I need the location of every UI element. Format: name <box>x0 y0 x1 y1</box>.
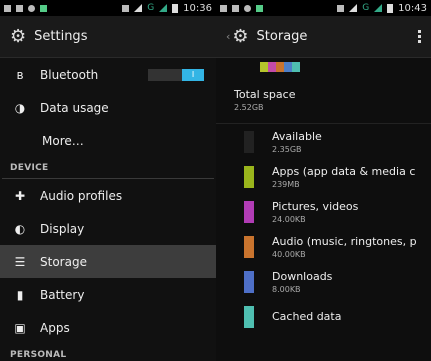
settings-item-more[interactable]: More… <box>0 124 216 157</box>
settings-screen: G 10:36 ⚙ Settings ʙ Bluetooth I ◑ Data … <box>0 0 216 361</box>
storage-row-apps[interactable]: Apps (app data & media c 239MB <box>216 160 431 194</box>
settings-item-label: Audio profiles <box>40 188 123 203</box>
settings-gear-icon[interactable]: ⚙ <box>10 27 26 46</box>
settings-item-bluetooth[interactable]: ʙ Bluetooth I <box>0 58 216 91</box>
bluetooth-icon: ʙ <box>16 67 24 82</box>
battery-icon: ▮ <box>16 287 24 302</box>
notification-icon <box>256 4 263 12</box>
color-swatch <box>244 201 254 223</box>
storage-row-name: Apps (app data & media c <box>272 165 416 178</box>
vibrate-icon <box>337 4 345 12</box>
storage-row-value: 2.35GB <box>272 145 302 154</box>
overflow-menu-icon[interactable] <box>418 30 421 43</box>
settings-item-storage[interactable]: ☰ Storage <box>0 245 216 278</box>
storage-row-name: Pictures, videos <box>272 200 359 213</box>
color-swatch <box>244 236 254 258</box>
data-usage-icon: ◑ <box>14 100 26 115</box>
audio-profiles-icon: ✚ <box>14 188 26 203</box>
color-swatch <box>244 131 254 153</box>
settings-item-label: Storage <box>40 254 87 269</box>
signal-icon <box>374 4 383 12</box>
battery-status-icon <box>172 3 179 13</box>
vibrate-icon <box>122 4 130 12</box>
settings-item-apps[interactable]: ▣ Apps <box>0 311 216 344</box>
notification-icon <box>232 4 239 12</box>
storage-row-pictures[interactable]: Pictures, videos 24.00KB <box>216 195 431 229</box>
storage-row-available[interactable]: Available 2.35GB <box>216 125 431 159</box>
toggle-thumb: I <box>182 68 204 81</box>
storage-row-cached[interactable]: Cached data <box>216 300 431 334</box>
bluetooth-toggle[interactable]: I <box>148 68 204 81</box>
usage-segment <box>284 62 292 72</box>
settings-item-label: Bluetooth <box>40 67 99 82</box>
storage-screen: G 10:43 ‹ ⚙ Storage Total space 2.52GB A… <box>216 0 431 361</box>
section-header-personal: PERSONAL <box>2 344 214 361</box>
total-space: Total space 2.52GB <box>216 74 431 124</box>
storage-usage-bar <box>260 62 300 74</box>
display-icon: ◐ <box>14 221 26 236</box>
usage-segment <box>292 62 300 72</box>
storage-icon: ☰ <box>14 254 26 269</box>
settings-item-label: More… <box>42 133 84 148</box>
settings-item-label: Data usage <box>40 100 109 115</box>
storage-row-value: 8.00KB <box>272 285 301 294</box>
usage-segment <box>268 62 276 72</box>
settings-item-label: Battery <box>40 287 85 302</box>
usage-segment <box>260 62 268 72</box>
color-swatch <box>244 166 254 188</box>
section-header-device: DEVICE <box>2 157 214 179</box>
page-title: Settings <box>34 29 88 44</box>
settings-item-audio-profiles[interactable]: ✚ Audio profiles <box>0 179 216 212</box>
network-type-icon: G <box>147 3 155 13</box>
status-bar: G 10:36 <box>0 0 216 16</box>
status-time: 10:36 <box>183 2 212 14</box>
settings-item-label: Apps <box>40 320 70 335</box>
usb-icon <box>28 4 35 12</box>
settings-item-battery[interactable]: ▮ Battery <box>0 278 216 311</box>
storage-row-name: Audio (music, ringtones, p <box>272 235 417 248</box>
network-type-icon: G <box>362 3 370 13</box>
settings-item-data-usage[interactable]: ◑ Data usage <box>0 91 216 124</box>
color-swatch <box>244 271 254 293</box>
wifi-icon <box>349 4 358 12</box>
settings-gear-icon[interactable]: ⚙ <box>232 27 248 46</box>
signal-icon <box>159 4 168 12</box>
storage-row-downloads[interactable]: Downloads 8.00KB <box>216 265 431 299</box>
total-space-label: Total space <box>234 88 296 101</box>
color-swatch <box>244 306 254 328</box>
storage-row-name: Downloads <box>272 270 333 283</box>
wifi-icon <box>134 4 143 12</box>
settings-item-label: Display <box>40 221 85 236</box>
storage-row-value: 239MB <box>272 180 300 189</box>
back-chevron-icon[interactable]: ‹ <box>226 30 230 43</box>
notification-icon <box>40 4 47 12</box>
usage-segment <box>276 62 284 72</box>
storage-row-value: 24.00KB <box>272 215 306 224</box>
storage-row-name: Cached data <box>272 309 342 323</box>
action-bar: ⚙ Settings <box>0 16 216 58</box>
page-title: Storage <box>256 29 308 44</box>
status-time: 10:43 <box>398 2 427 14</box>
settings-item-display[interactable]: ◐ Display <box>0 212 216 245</box>
storage-row-value: 40.00KB <box>272 250 306 259</box>
storage-row-audio[interactable]: Audio (music, ringtones, p 40.00KB <box>216 230 431 264</box>
total-space-value: 2.52GB <box>234 103 264 112</box>
battery-status-icon <box>387 3 394 13</box>
action-bar: ‹ ⚙ Storage <box>216 16 431 58</box>
apps-icon: ▣ <box>14 320 26 335</box>
notification-icon <box>220 4 227 12</box>
status-bar: G 10:43 <box>216 0 431 16</box>
notification-icon <box>4 4 11 12</box>
storage-row-name: Available <box>272 130 322 143</box>
notification-icon <box>16 4 23 12</box>
usb-icon <box>244 4 251 12</box>
